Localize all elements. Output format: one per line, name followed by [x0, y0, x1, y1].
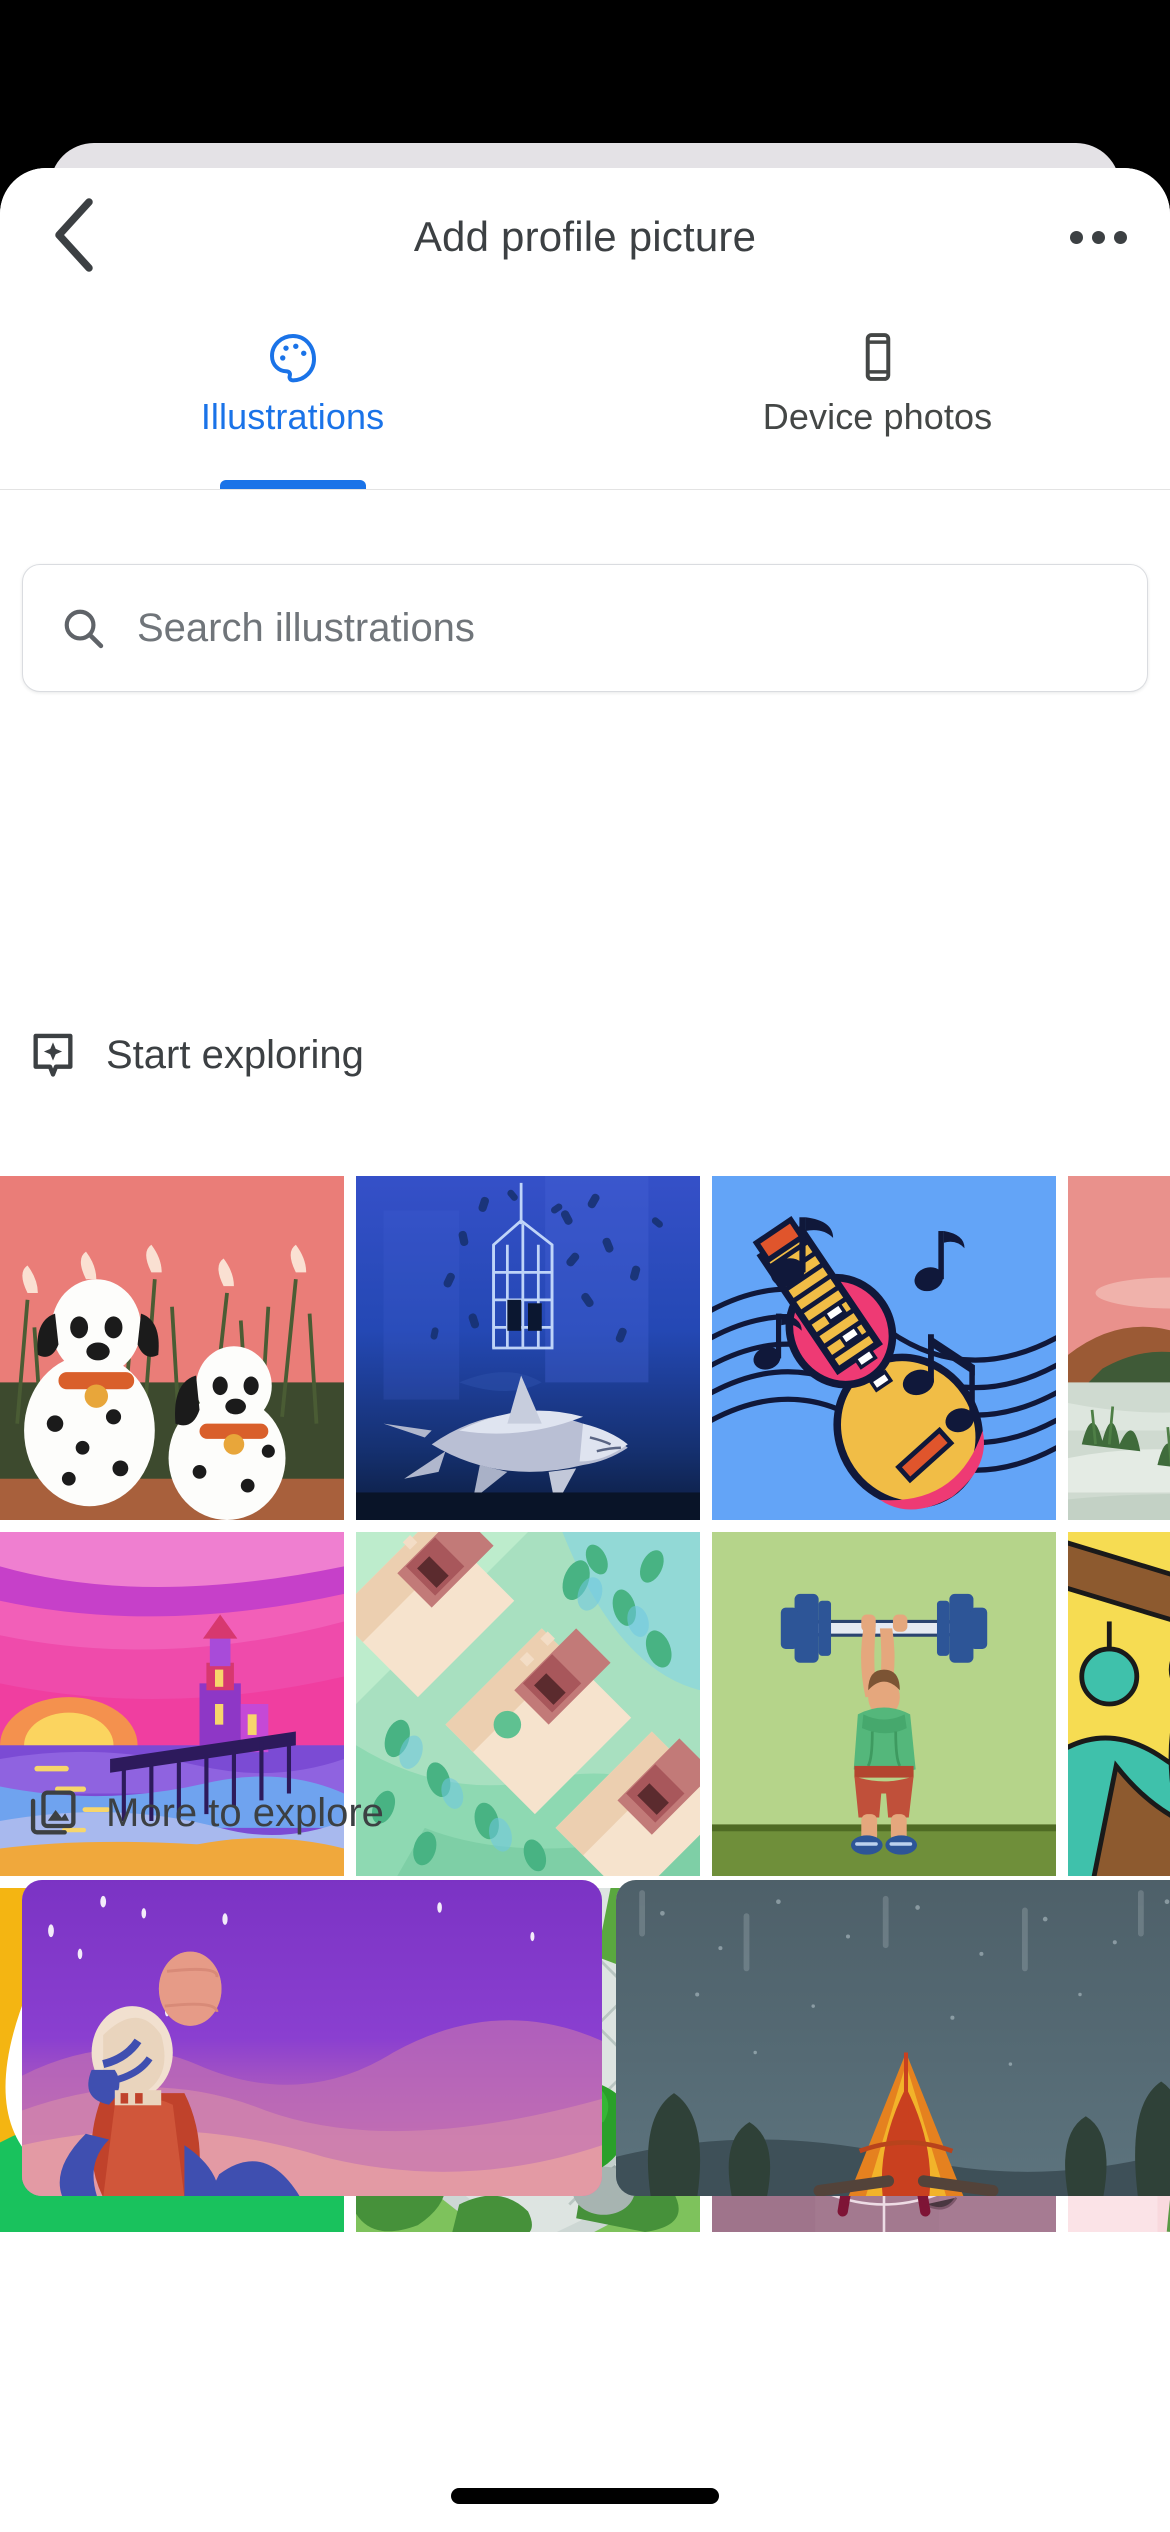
- section-title-more-to-explore: More to explore: [106, 1790, 384, 1835]
- sparkle-badge-icon: [26, 1028, 80, 1082]
- acoustic-guitar-music-notes-image: [712, 1176, 1056, 1520]
- section-title-start-exploring: Start exploring: [106, 1032, 364, 1077]
- more-card-astronaut-on-planet[interactable]: [22, 1880, 602, 2196]
- page-title: Add profile picture: [413, 213, 757, 260]
- campfire-night-camping-image: [616, 1880, 1170, 2196]
- illustration-tile-weightlifter-barbell[interactable]: [712, 1532, 1056, 1876]
- overflow-menu-button[interactable]: [1044, 183, 1152, 291]
- search-input[interactable]: Search illustrations: [22, 564, 1148, 692]
- tab-label-device-photos: Device photos: [762, 396, 993, 437]
- tab-active-indicator: [219, 480, 366, 489]
- bottom-sheet: Add profile picture Illustrations Device…: [0, 168, 1170, 2532]
- illustration-tile-acoustic-guitar-music-notes[interactable]: [712, 1176, 1056, 1520]
- illustration-tile-great-wall-of-china[interactable]: [356, 1532, 700, 1876]
- section-header-more-to-explore: More to explore: [26, 1786, 384, 1840]
- astronaut-on-planet-image: [22, 1880, 602, 2196]
- palette-icon: [265, 328, 321, 386]
- illustration-tile-dalmatian-dogs[interactable]: [0, 1176, 344, 1520]
- weightlifter-barbell-image: [712, 1532, 1056, 1876]
- phone-icon: [850, 328, 906, 386]
- great-wall-of-china-image: [356, 1532, 700, 1876]
- more-options-icon: [1069, 230, 1127, 244]
- phone-screen: Add profile picture Illustrations Device…: [0, 0, 1170, 2532]
- illustration-tile-purple-bear-on-branch[interactable]: [1068, 1532, 1170, 1876]
- dalmatian-dogs-image: [0, 1176, 344, 1520]
- more-to-explore-carousel: [22, 1880, 1170, 2196]
- tab-illustrations[interactable]: Illustrations: [0, 306, 585, 489]
- tab-label-illustrations: Illustrations: [200, 396, 385, 437]
- search-placeholder: Search illustrations: [137, 605, 475, 650]
- shark-diving-cage-image: [356, 1176, 700, 1520]
- photo-library-icon: [26, 1786, 80, 1840]
- tab-device-photos[interactable]: Device photos: [585, 306, 1170, 489]
- more-card-campfire-night-camping[interactable]: [616, 1880, 1170, 2196]
- back-button[interactable]: [18, 183, 126, 291]
- illustration-tile-coastal-marsh-landscape[interactable]: [1068, 1176, 1170, 1520]
- tab-bar: Illustrations Device photos: [0, 306, 1170, 490]
- coastal-marsh-landscape-image: [1068, 1176, 1170, 1520]
- purple-bear-on-branch-image: [1068, 1532, 1170, 1876]
- search-field-container: Search illustrations: [22, 564, 1148, 692]
- section-header-start-exploring: Start exploring: [26, 1028, 364, 1082]
- search-icon: [57, 602, 109, 654]
- chevron-left-icon: [49, 196, 95, 279]
- illustration-tile-shark-diving-cage[interactable]: [356, 1176, 700, 1520]
- home-indicator[interactable]: [451, 2488, 719, 2504]
- app-bar: Add profile picture: [0, 168, 1170, 306]
